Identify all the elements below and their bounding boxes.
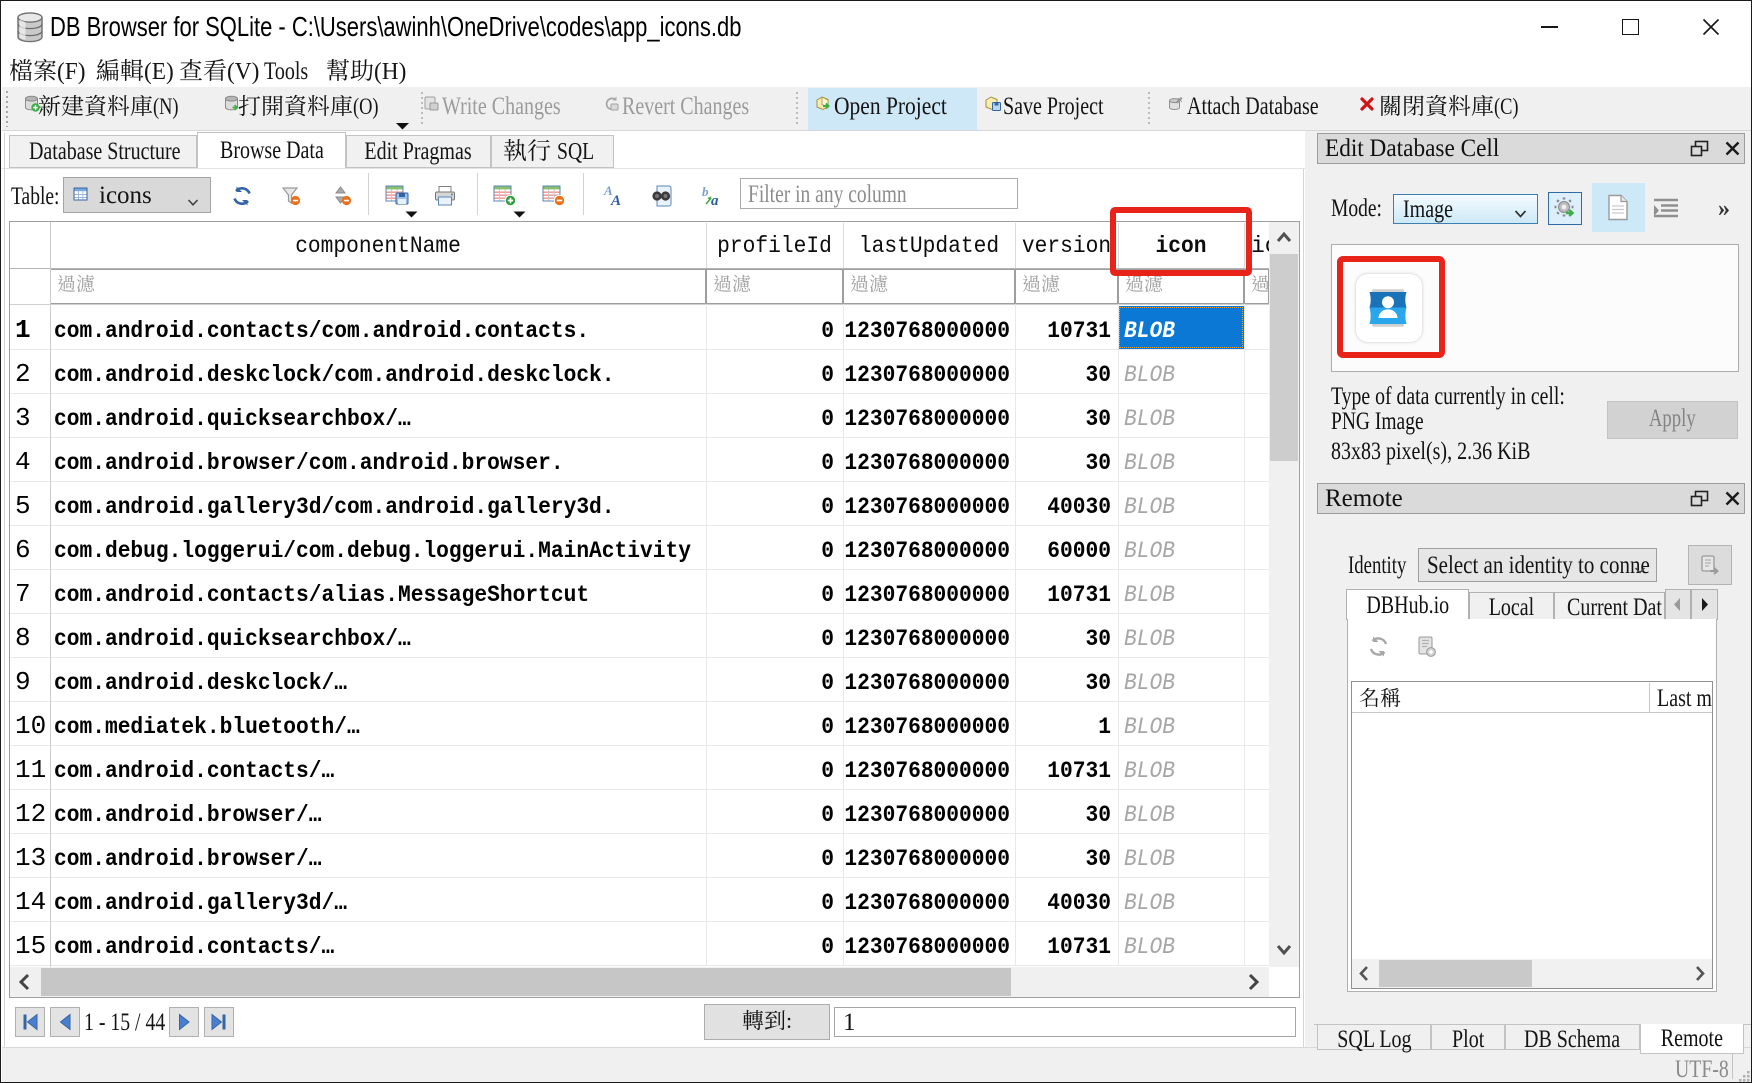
svg-text:a: a (711, 193, 719, 208)
svg-text:A: A (610, 193, 621, 208)
svg-text:b: b (702, 184, 709, 199)
